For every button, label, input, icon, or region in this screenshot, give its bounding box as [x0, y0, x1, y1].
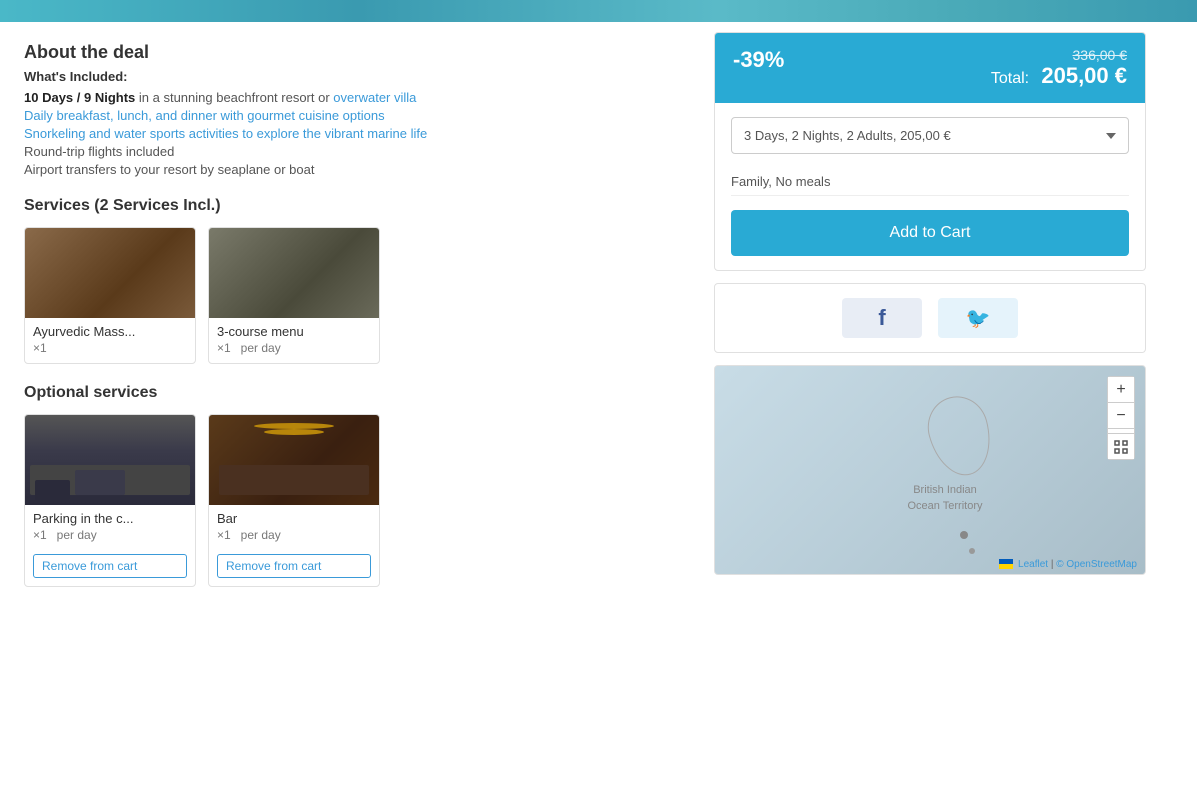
services-grid: Ayurvedic Mass... ×1 3-course menu ×1 pe…: [24, 227, 676, 364]
optional-section: Optional services Parking in the c... ×1…: [24, 384, 676, 587]
bar-remove-button[interactable]: Remove from cart: [217, 554, 371, 578]
deal-item-1: 10 Days / 9 Nights in a stunning beachfr…: [24, 90, 676, 105]
map-dot-1: [960, 531, 968, 539]
map-fullscreen-button[interactable]: [1108, 433, 1134, 459]
deal-item-3: Snorkeling and water sports activities t…: [24, 126, 676, 141]
optional-title: Optional services: [24, 384, 676, 402]
ayurvedic-image: [25, 228, 195, 318]
deal-item-5: Airport transfers to your resort by seap…: [24, 162, 676, 177]
original-price: 336,00 €: [991, 47, 1127, 63]
bar-meta: ×1 per day: [217, 528, 371, 542]
parking-name: Parking in the c...: [33, 511, 187, 526]
optional-grid: Parking in the c... ×1 per day Remove fr…: [24, 414, 676, 587]
osm-link[interactable]: © OpenStreetMap: [1056, 559, 1137, 570]
map-zoom-in-button[interactable]: +: [1108, 377, 1134, 403]
bar-name: Bar: [217, 511, 371, 526]
total-price: Total: 205,00 €: [991, 63, 1127, 88]
pricing-box: -39% 336,00 € Total: 205,00 € 3 Days, 2 …: [714, 32, 1146, 271]
price-info: 336,00 € Total: 205,00 €: [991, 47, 1127, 89]
map-necklace-shape: [921, 390, 1000, 483]
service-card-ayurvedic: Ayurvedic Mass... ×1: [24, 227, 196, 364]
service-card-menu: 3-course menu ×1 per day: [208, 227, 380, 364]
meal-info: Family, No meals: [731, 168, 1129, 196]
add-to-cart-button[interactable]: Add to Cart: [731, 210, 1129, 256]
deal-item-2: Daily breakfast, lunch, and dinner with …: [24, 108, 676, 123]
deal-item-4: Round-trip flights included: [24, 144, 676, 159]
whats-included-label: What's Included:: [24, 69, 676, 84]
menu-meta: ×1 per day: [217, 341, 371, 355]
twitter-share-button[interactable]: 🐦: [938, 298, 1018, 338]
discount-badge: -39%: [733, 47, 784, 73]
services-section: Services (2 Services Incl.) Ayurvedic Ma…: [24, 197, 676, 364]
parking-remove-button[interactable]: Remove from cart: [33, 554, 187, 578]
parking-meta: ×1 per day: [33, 528, 187, 542]
menu-name: 3-course menu: [217, 324, 371, 339]
hero-image: [0, 0, 1197, 22]
ayurvedic-name: Ayurvedic Mass...: [33, 324, 187, 339]
map-zoom-controls: + −: [1107, 376, 1135, 460]
menu-image: [209, 228, 379, 318]
pricing-header: -39% 336,00 € Total: 205,00 €: [715, 33, 1145, 103]
about-section: About the deal What's Included: 10 Days …: [24, 42, 676, 177]
bar-image: [209, 415, 379, 505]
optional-card-parking: Parking in the c... ×1 per day Remove fr…: [24, 414, 196, 587]
map-attribution: Leaflet | © OpenStreetMap: [999, 559, 1137, 570]
about-title: About the deal: [24, 42, 676, 63]
leaflet-link[interactable]: Leaflet: [1018, 559, 1048, 570]
map-zoom-out-button[interactable]: −: [1108, 403, 1134, 429]
map-region-label: British IndianOcean Territory: [908, 483, 983, 514]
social-share-box: f 🐦: [714, 283, 1146, 353]
services-title: Services (2 Services Incl.): [24, 197, 676, 215]
facebook-icon: f: [878, 305, 885, 331]
deal-selector[interactable]: 3 Days, 2 Nights, 2 Adults, 205,00 €: [731, 117, 1129, 154]
parking-image: [25, 415, 195, 505]
optional-card-bar: Bar ×1 per day Remove from cart: [208, 414, 380, 587]
leaflet-flag: [999, 559, 1013, 569]
twitter-icon: 🐦: [966, 306, 991, 331]
ayurvedic-meta: ×1: [33, 341, 187, 355]
total-label: Total:: [991, 70, 1029, 87]
map-container: British IndianOcean Territory + −: [714, 365, 1146, 575]
map-dot-2: [969, 548, 975, 554]
map-background: British IndianOcean Territory + −: [715, 366, 1145, 574]
facebook-share-button[interactable]: f: [842, 298, 922, 338]
